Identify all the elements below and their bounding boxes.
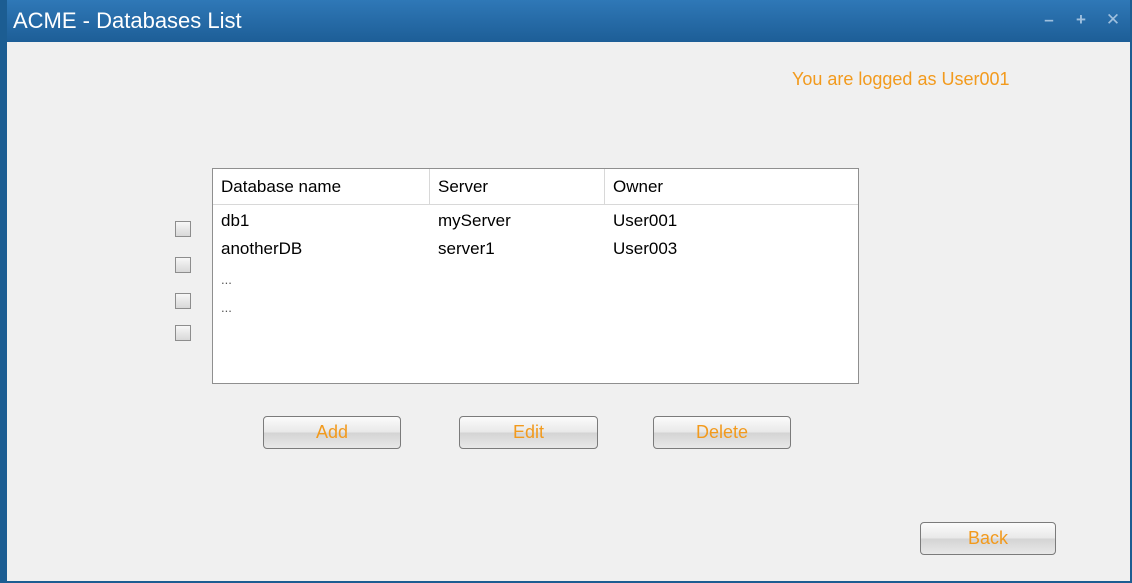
row-checkbox-2[interactable] (175, 257, 191, 273)
table-row[interactable]: anotherDB server1 User003 (213, 237, 858, 260)
cell-owner: User001 (613, 211, 678, 230)
table-header: Database name Server Owner (213, 169, 858, 205)
maximize-icon[interactable]: + (1066, 2, 1096, 38)
databases-list-window: ACME - Databases List – + ✕ You are logg… (0, 0, 1132, 583)
row-checkbox-1[interactable] (175, 221, 191, 237)
column-header-server[interactable]: Server (430, 169, 605, 204)
title-bar[interactable]: ACME - Databases List – + ✕ (7, 0, 1130, 42)
table-row[interactable]: db1 myServer User001 (213, 209, 858, 232)
minimize-icon[interactable]: – (1034, 2, 1064, 38)
cell-database-name: anotherDB (221, 239, 303, 258)
logged-user-label: You are logged as User001 (792, 69, 1010, 89)
databases-table[interactable]: Database name Server Owner db1 myServer … (212, 168, 859, 384)
cell-owner: User003 (613, 239, 678, 258)
row-checkbox-4[interactable] (175, 325, 191, 341)
more-rows-placeholder: ... (221, 272, 232, 287)
window-title: ACME - Databases List (13, 8, 242, 33)
add-button[interactable]: Add (263, 416, 401, 449)
row-checkbox-3[interactable] (175, 293, 191, 309)
back-button[interactable]: Back (920, 522, 1056, 555)
column-header-owner[interactable]: Owner (605, 169, 857, 204)
cell-database-name: db1 (221, 211, 250, 230)
close-icon[interactable]: ✕ (1098, 2, 1128, 38)
cell-server: myServer (438, 211, 511, 230)
delete-button[interactable]: Delete (653, 416, 791, 449)
edit-button[interactable]: Edit (459, 416, 598, 449)
cell-server: server1 (438, 239, 495, 258)
more-rows-placeholder: ... (221, 300, 232, 315)
column-header-database-name[interactable]: Database name (213, 169, 430, 204)
